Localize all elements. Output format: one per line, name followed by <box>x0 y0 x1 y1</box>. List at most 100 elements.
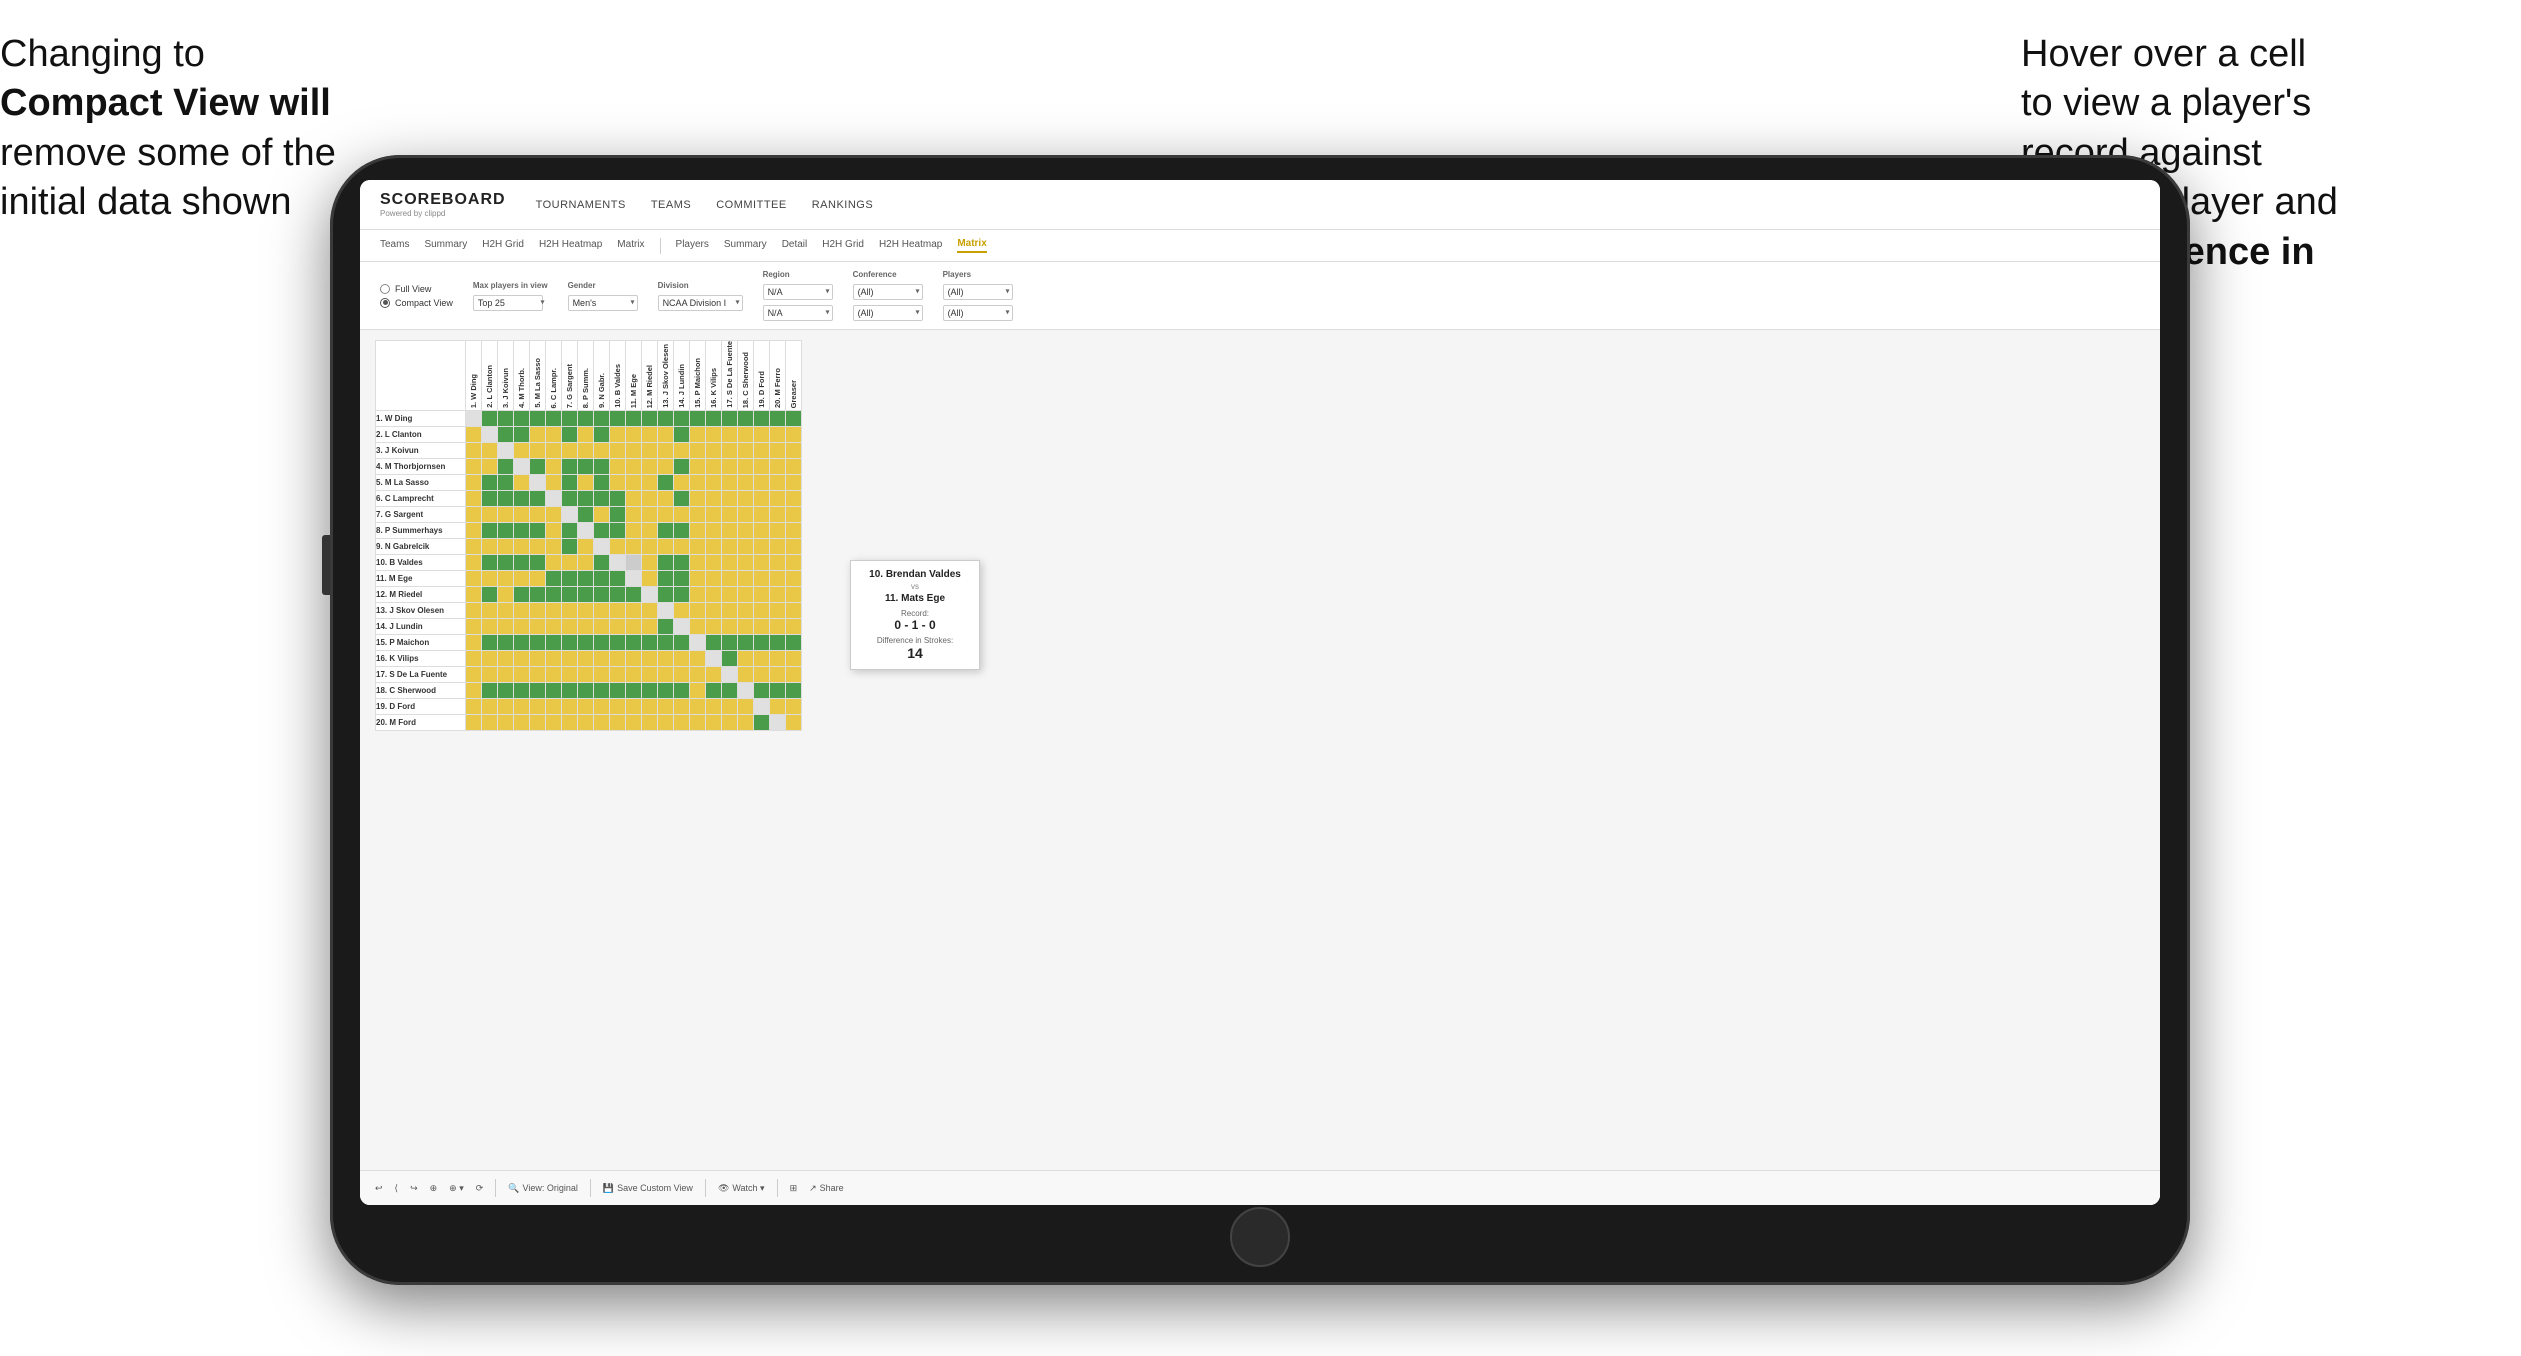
cell-4-0[interactable] <box>466 475 482 491</box>
cell-19-14[interactable] <box>690 715 706 731</box>
cell-11-1[interactable] <box>482 587 498 603</box>
cell-0-16[interactable] <box>722 411 738 427</box>
cell-19-17[interactable] <box>738 715 754 731</box>
cell-15-10[interactable] <box>626 651 642 667</box>
cell-19-7[interactable] <box>578 715 594 731</box>
cell-12-9[interactable] <box>610 603 626 619</box>
cell-4-5[interactable] <box>546 475 562 491</box>
cell-1-12[interactable] <box>658 427 674 443</box>
cell-19-2[interactable] <box>498 715 514 731</box>
cell-13-3[interactable] <box>514 619 530 635</box>
cell-15-7[interactable] <box>578 651 594 667</box>
cell-2-17[interactable] <box>738 443 754 459</box>
cell-8-11[interactable] <box>642 539 658 555</box>
cell-16-20[interactable] <box>786 667 802 683</box>
cell-10-11[interactable] <box>642 571 658 587</box>
cell-19-15[interactable] <box>706 715 722 731</box>
cell-13-16[interactable] <box>722 619 738 635</box>
zoom-button[interactable]: ⊕ <box>430 1183 438 1194</box>
full-view-option[interactable]: Full View <box>380 284 453 294</box>
cell-19-20[interactable] <box>786 715 802 731</box>
cell-11-8[interactable] <box>594 587 610 603</box>
cell-16-3[interactable] <box>514 667 530 683</box>
cell-1-1[interactable] <box>482 427 498 443</box>
cell-16-9[interactable] <box>610 667 626 683</box>
cell-8-4[interactable] <box>530 539 546 555</box>
cell-17-5[interactable] <box>546 683 562 699</box>
cell-13-7[interactable] <box>578 619 594 635</box>
cell-8-19[interactable] <box>770 539 786 555</box>
cell-12-20[interactable] <box>786 603 802 619</box>
cell-0-20[interactable] <box>786 411 802 427</box>
cell-6-10[interactable] <box>626 507 642 523</box>
cell-6-15[interactable] <box>706 507 722 523</box>
cell-9-6[interactable] <box>562 555 578 571</box>
cell-9-2[interactable] <box>498 555 514 571</box>
cell-0-0[interactable] <box>466 411 482 427</box>
cell-18-6[interactable] <box>562 699 578 715</box>
cell-13-2[interactable] <box>498 619 514 635</box>
cell-2-11[interactable] <box>642 443 658 459</box>
cell-14-6[interactable] <box>562 635 578 651</box>
cell-12-3[interactable] <box>514 603 530 619</box>
cell-13-10[interactable] <box>626 619 642 635</box>
cell-3-13[interactable] <box>674 459 690 475</box>
cell-6-9[interactable] <box>610 507 626 523</box>
cell-3-7[interactable] <box>578 459 594 475</box>
sub-nav-h2hgrid-left[interactable]: H2H Grid <box>482 239 524 252</box>
cell-5-9[interactable] <box>610 491 626 507</box>
cell-12-1[interactable] <box>482 603 498 619</box>
cell-3-20[interactable] <box>786 459 802 475</box>
cell-17-16[interactable] <box>722 683 738 699</box>
cell-6-19[interactable] <box>770 507 786 523</box>
cell-7-19[interactable] <box>770 523 786 539</box>
cell-7-16[interactable] <box>722 523 738 539</box>
cell-19-16[interactable] <box>722 715 738 731</box>
cell-4-1[interactable] <box>482 475 498 491</box>
cell-12-17[interactable] <box>738 603 754 619</box>
cell-17-2[interactable] <box>498 683 514 699</box>
cell-18-8[interactable] <box>594 699 610 715</box>
sub-nav-summary-left[interactable]: Summary <box>424 239 467 252</box>
cell-19-11[interactable] <box>642 715 658 731</box>
players-select-wrapper-1[interactable]: (All) <box>943 282 1013 300</box>
cell-7-12[interactable] <box>658 523 674 539</box>
sub-nav-players[interactable]: Players <box>676 239 709 252</box>
cell-15-16[interactable] <box>722 651 738 667</box>
cell-4-7[interactable] <box>578 475 594 491</box>
cell-13-12[interactable] <box>658 619 674 635</box>
cell-7-2[interactable] <box>498 523 514 539</box>
cell-15-6[interactable] <box>562 651 578 667</box>
cell-16-0[interactable] <box>466 667 482 683</box>
cell-16-19[interactable] <box>770 667 786 683</box>
division-select[interactable]: NCAA Division I <box>658 295 743 311</box>
cell-17-15[interactable] <box>706 683 722 699</box>
cell-14-3[interactable] <box>514 635 530 651</box>
cell-1-15[interactable] <box>706 427 722 443</box>
cell-19-3[interactable] <box>514 715 530 731</box>
cell-8-17[interactable] <box>738 539 754 555</box>
cell-4-19[interactable] <box>770 475 786 491</box>
cell-10-9[interactable] <box>610 571 626 587</box>
cell-6-4[interactable] <box>530 507 546 523</box>
cell-19-12[interactable] <box>658 715 674 731</box>
cell-19-6[interactable] <box>562 715 578 731</box>
cell-18-7[interactable] <box>578 699 594 715</box>
region-select-wrapper-2[interactable]: N/A <box>763 303 833 321</box>
cell-6-6[interactable] <box>562 507 578 523</box>
cell-18-3[interactable] <box>514 699 530 715</box>
cell-14-11[interactable] <box>642 635 658 651</box>
cell-11-9[interactable] <box>610 587 626 603</box>
players-select-wrapper-2[interactable]: (All) <box>943 303 1013 321</box>
matrix-container[interactable]: 10. Brendan Valdes vs 11. Mats Ege Recor… <box>360 330 2160 1170</box>
cell-10-16[interactable] <box>722 571 738 587</box>
cell-3-15[interactable] <box>706 459 722 475</box>
view-original-button[interactable]: 🔍 View: Original <box>508 1183 578 1194</box>
cell-1-3[interactable] <box>514 427 530 443</box>
cell-7-3[interactable] <box>514 523 530 539</box>
cell-0-7[interactable] <box>578 411 594 427</box>
cell-18-13[interactable] <box>674 699 690 715</box>
cell-2-7[interactable] <box>578 443 594 459</box>
cell-11-15[interactable] <box>706 587 722 603</box>
cell-11-4[interactable] <box>530 587 546 603</box>
